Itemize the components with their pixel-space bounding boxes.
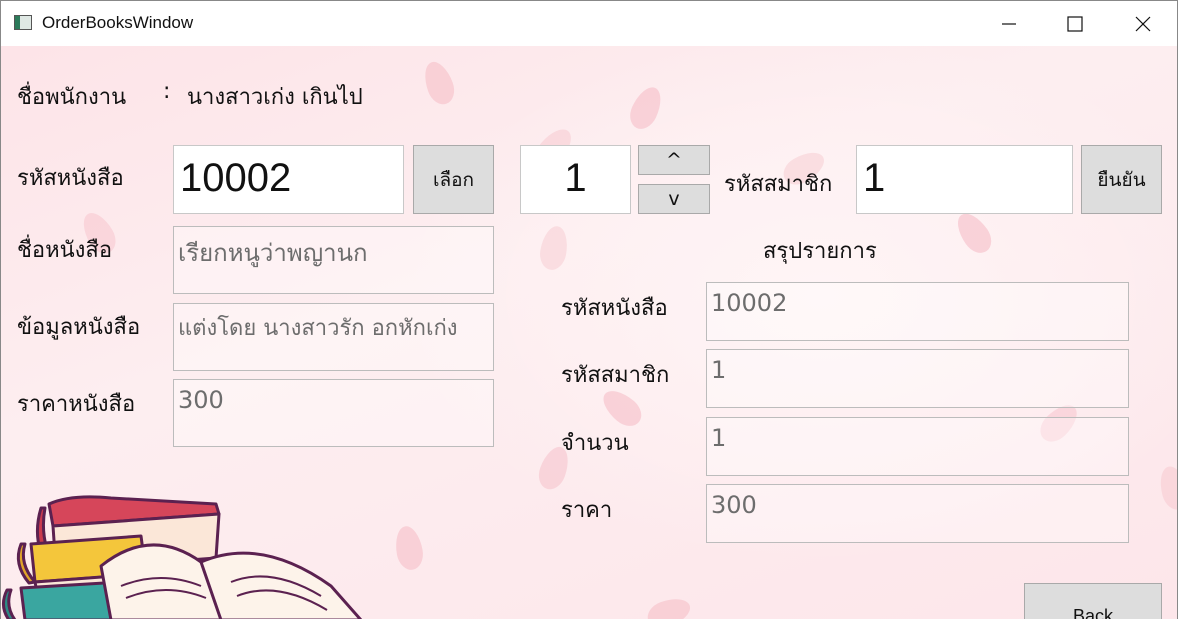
summary-price-field[interactable]: 300 — [706, 484, 1129, 543]
book-price-field[interactable]: 300 — [173, 379, 494, 447]
summary-quantity-label: จำนวน — [561, 431, 629, 456]
employee-name: นางสาวเก่ง เกินไป — [187, 85, 363, 110]
book-name-field[interactable]: เรียกหนูว่าพญานก — [173, 226, 494, 294]
minimize-icon — [1002, 22, 1016, 25]
petal-decoration — [1155, 463, 1177, 513]
summary-member-code-field[interactable]: 1 — [706, 349, 1129, 408]
petal-decoration — [392, 524, 426, 572]
employee-separator: : — [163, 79, 171, 104]
minimize-button[interactable] — [974, 1, 1044, 46]
select-book-button[interactable]: เลือก — [413, 145, 494, 214]
book-info-label: ข้อมูลหนังสือ — [17, 315, 141, 340]
book-name-label: ชื่อหนังสือ — [17, 238, 113, 263]
quantity-input[interactable]: 1 — [520, 145, 631, 214]
petal-decoration — [624, 82, 668, 134]
books-illustration — [2, 495, 363, 619]
chevron-down-icon: v — [668, 188, 680, 210]
employee-label: ชื่อพนักงาน — [17, 85, 127, 110]
book-code-input[interactable]: 10002 — [173, 145, 404, 214]
title-bar: OrderBooksWindow — [1, 1, 1177, 46]
petal-decoration — [950, 207, 998, 259]
member-code-label: รหัสสมาชิก — [724, 172, 833, 197]
back-button[interactable]: Back — [1024, 583, 1162, 619]
maximize-icon — [1067, 15, 1083, 32]
maximize-button[interactable] — [1040, 1, 1110, 46]
quantity-up-button[interactable]: ^ — [638, 145, 710, 175]
summary-title: สรุปรายการ — [763, 239, 877, 264]
petal-decoration — [643, 593, 695, 619]
confirm-button[interactable]: ยืนยัน — [1081, 145, 1162, 214]
window-title: OrderBooksWindow — [42, 13, 194, 32]
close-button[interactable] — [1108, 1, 1177, 46]
quantity-down-button[interactable]: v — [638, 184, 710, 214]
book-stack-icon — [2, 495, 363, 619]
form-area: ชื่อพนักงาน : นางสาวเก่ง เกินไป รหัสหนัง… — [1, 46, 1177, 619]
summary-price-label: ราคา — [561, 498, 613, 523]
back-button-label: Back — [1072, 606, 1114, 619]
member-code-input[interactable]: 1 — [856, 145, 1073, 214]
summary-book-code-label: รหัสหนังสือ — [561, 296, 668, 321]
order-books-window: OrderBooksWindow ชื่อพนักงาน : นางสาวเก่… — [0, 0, 1178, 619]
summary-member-code-label: รหัสสมาชิก — [561, 363, 670, 388]
summary-book-code-field[interactable]: 10002 — [706, 282, 1129, 341]
app-window-icon — [14, 15, 32, 30]
book-info-field[interactable]: แต่งโดย นางสาวรัก อกหักเก่ง — [173, 303, 494, 371]
chevron-up-icon: ^ — [666, 149, 682, 171]
book-code-label: รหัสหนังสือ — [17, 166, 124, 191]
book-price-label: ราคาหนังสือ — [17, 392, 136, 417]
summary-quantity-field[interactable]: 1 — [706, 417, 1129, 476]
petal-decoration — [537, 224, 571, 272]
close-icon — [1135, 16, 1151, 31]
petal-decoration — [419, 57, 459, 109]
